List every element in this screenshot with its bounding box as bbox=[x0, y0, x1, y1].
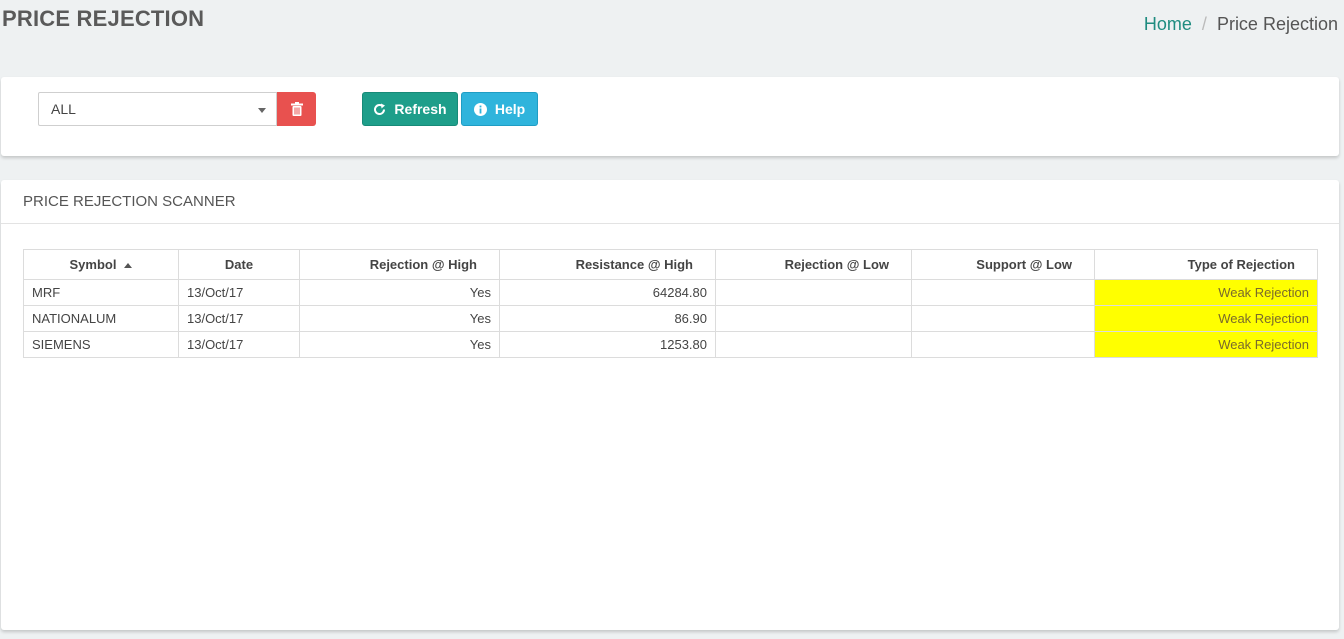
clear-filter-button[interactable] bbox=[277, 92, 316, 126]
breadcrumb-current: Price Rejection bbox=[1216, 14, 1338, 34]
breadcrumb-home-link[interactable]: Home bbox=[1144, 14, 1192, 34]
cell-resistance-high: 86.90 bbox=[499, 305, 716, 332]
rejection-table: Symbol Date Rejection @ High Resistance … bbox=[23, 249, 1318, 358]
chevron-down-icon bbox=[258, 108, 266, 113]
cell-support-low bbox=[911, 305, 1095, 332]
cell-resistance-high: 1253.80 bbox=[499, 331, 716, 358]
cell-rejection-low bbox=[715, 331, 912, 358]
toolbar-panel: ALL Refresh Help bbox=[1, 77, 1339, 156]
symbol-filter-select[interactable]: ALL bbox=[38, 92, 277, 126]
cell-date: 13/Oct/17 bbox=[178, 305, 300, 332]
refresh-label: Refresh bbox=[394, 101, 447, 117]
cell-date: 13/Oct/17 bbox=[178, 279, 300, 306]
column-header-type-of-rejection[interactable]: Type of Rejection bbox=[1094, 249, 1318, 280]
cell-support-low bbox=[911, 331, 1095, 358]
scanner-panel: PRICE REJECTION SCANNER Symbol Date Reje… bbox=[1, 180, 1339, 630]
column-header-symbol[interactable]: Symbol bbox=[23, 249, 179, 280]
column-header-support-low[interactable]: Support @ Low bbox=[911, 249, 1095, 280]
cell-date: 13/Oct/17 bbox=[178, 331, 300, 358]
cell-type-of-rejection: Weak Rejection bbox=[1094, 279, 1318, 306]
cell-rejection-high: Yes bbox=[299, 305, 500, 332]
table-row[interactable]: SIEMENS 13/Oct/17 Yes 1253.80 Weak Rejec… bbox=[23, 331, 1318, 358]
column-header-rejection-high[interactable]: Rejection @ High bbox=[299, 249, 500, 280]
cell-symbol: MRF bbox=[23, 279, 179, 306]
cell-rejection-high: Yes bbox=[299, 279, 500, 306]
refresh-button[interactable]: Refresh bbox=[362, 92, 458, 126]
page-title: PRICE REJECTION bbox=[2, 6, 205, 31]
symbol-filter-value: ALL bbox=[51, 101, 76, 117]
breadcrumb: Home / Price Rejection bbox=[1144, 14, 1338, 35]
help-button[interactable]: Help bbox=[461, 92, 538, 126]
info-icon bbox=[473, 102, 487, 116]
cell-resistance-high: 64284.80 bbox=[499, 279, 716, 306]
table-row[interactable]: NATIONALUM 13/Oct/17 Yes 86.90 Weak Reje… bbox=[23, 305, 1318, 332]
breadcrumb-separator: / bbox=[1201, 14, 1207, 34]
help-label: Help bbox=[494, 101, 526, 117]
cell-rejection-low bbox=[715, 305, 912, 332]
cell-type-of-rejection: Weak Rejection bbox=[1094, 331, 1318, 358]
cell-rejection-low bbox=[715, 279, 912, 306]
cell-support-low bbox=[911, 279, 1095, 306]
cell-symbol: NATIONALUM bbox=[23, 305, 179, 332]
table-header-row: Symbol Date Rejection @ High Resistance … bbox=[23, 249, 1318, 280]
scanner-title: PRICE REJECTION SCANNER bbox=[1, 180, 1339, 224]
column-header-date[interactable]: Date bbox=[178, 249, 300, 280]
column-header-resistance-high[interactable]: Resistance @ High bbox=[499, 249, 716, 280]
cell-symbol: SIEMENS bbox=[23, 331, 179, 358]
refresh-icon bbox=[374, 103, 386, 115]
sort-ascending-icon bbox=[124, 263, 133, 269]
cell-type-of-rejection: Weak Rejection bbox=[1094, 305, 1318, 332]
trash-icon bbox=[290, 102, 303, 116]
cell-rejection-high: Yes bbox=[299, 331, 500, 358]
table-row[interactable]: MRF 13/Oct/17 Yes 64284.80 Weak Rejectio… bbox=[23, 279, 1318, 306]
column-header-rejection-low[interactable]: Rejection @ Low bbox=[715, 249, 912, 280]
